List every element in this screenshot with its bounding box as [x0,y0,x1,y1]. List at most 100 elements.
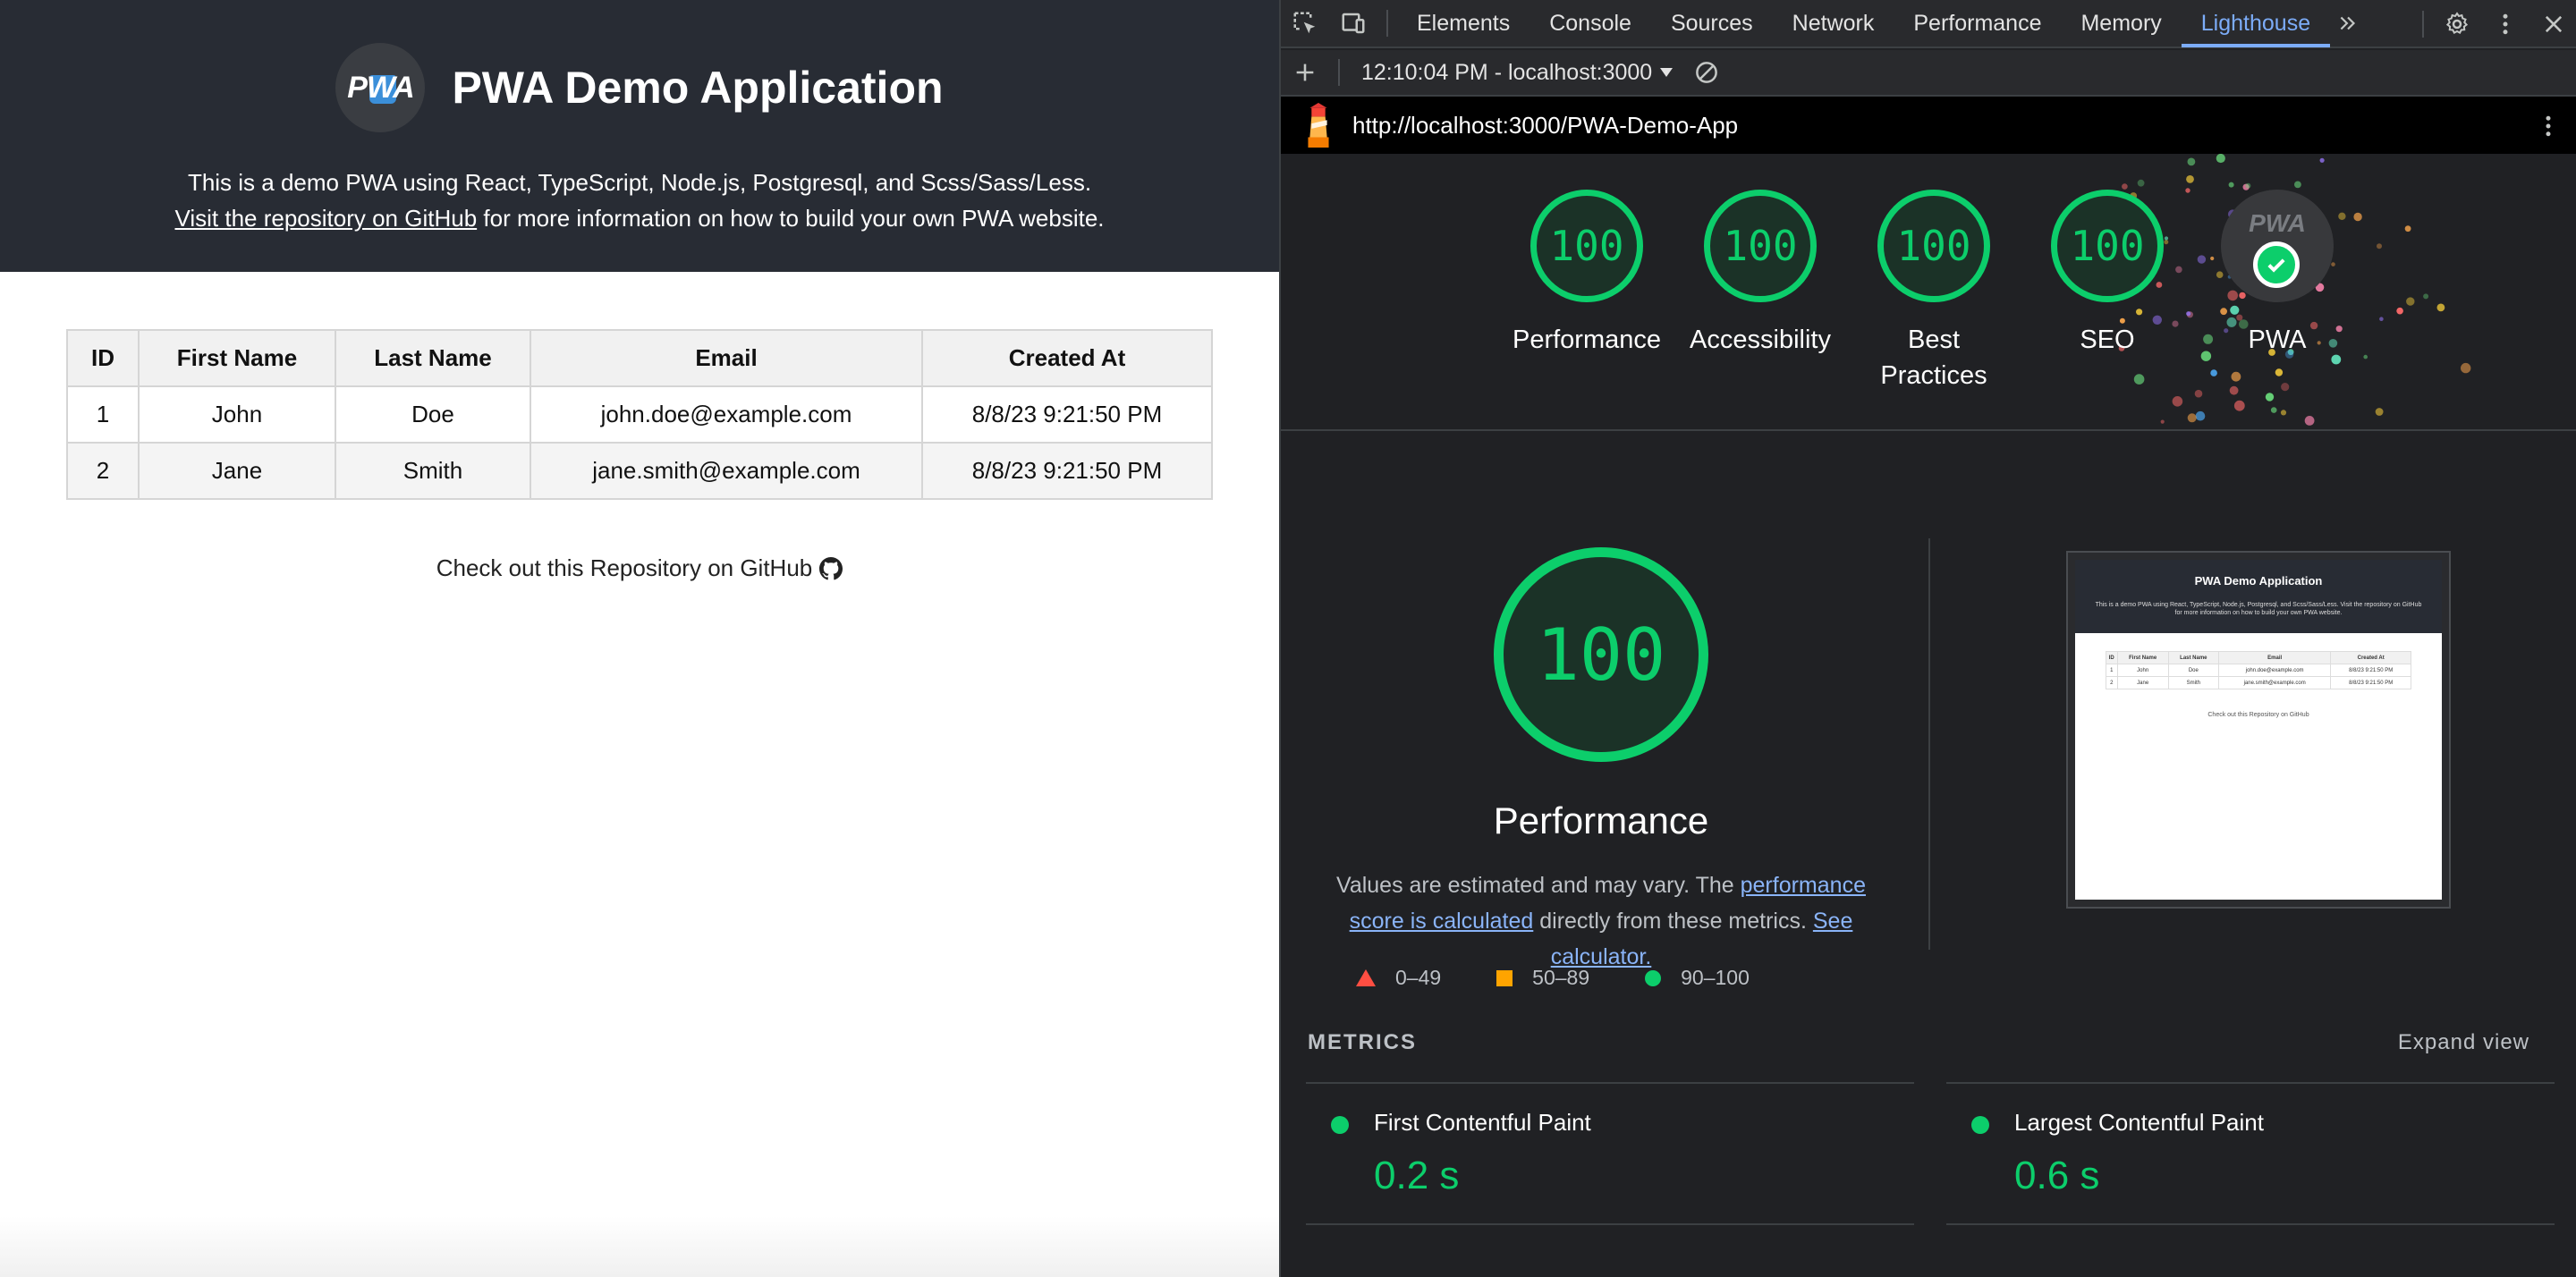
dropdown-arrow-icon [1660,68,1674,77]
confetti-dot [2187,413,2197,423]
legend-fail: 0–49 [1356,966,1441,990]
confetti-dot [2233,400,2245,411]
description-line-1: This is a demo PWA using React, TypeScri… [187,169,1092,196]
legend-label: 50–89 [1532,966,1590,989]
cell-last-name: Smith [335,442,531,500]
confetti-dot [2275,368,2284,376]
confetti-dot [2461,362,2471,374]
thumb-col-header: Created At [2330,651,2411,664]
confetti-dot [2436,303,2445,312]
confetti-dot [2210,369,2217,376]
confetti-dot [2363,354,2368,359]
gauge-label: PWA [2248,326,2307,354]
confetti-dot [2229,385,2239,395]
gauge-best-practices[interactable]: 100 Best Practices [1849,190,2019,393]
devtools-tabbar: Elements Console Sources Network Perform… [1281,0,2576,48]
thumbnail-table: ID First Name Last Name Email Created At… [2106,651,2411,689]
confetti-dot [2187,157,2196,166]
pwa-badge-icon: PWA [2221,190,2334,302]
thumb-cell: 2 [2106,676,2118,689]
gauge-label: SEO [2080,326,2135,354]
devtools-right-controls [2413,0,2576,48]
legend-pass: 90–100 [1645,966,1750,990]
tab-network[interactable]: Network [1773,0,1894,47]
confetti-dot [2396,307,2403,315]
gauge-label: Best Practices [1880,326,1987,390]
table-row: 1 John Doe john.doe@example.com 8/8/23 9… [66,385,1213,444]
thumb-cell: Jane [2116,676,2169,689]
report-url: http://localhost:3000/PWA-Demo-App [1352,111,1739,139]
confetti-dot [2375,408,2384,416]
col-header-first-name: First Name [138,329,336,387]
table-row: 2 Jane Smith jane.smith@example.com 8/8/… [2106,676,2411,689]
footer-link-text: Check out this Repository on GitHub [436,554,813,581]
confetti-dot [2172,396,2183,407]
clear-reports-icon[interactable] [1682,48,1731,97]
table-header-row: ID First Name Last Name Email Created At [66,329,1213,387]
confetti-dot [2265,393,2275,402]
gauge-pwa[interactable]: PWA PWA [2192,190,2362,358]
thumb-cell: jane.smith@example.com [2217,676,2332,689]
toolbar-divider [1386,10,1388,37]
lighthouse-report: 100 Performance 100 Accessibility 100 Be… [1281,154,2576,1277]
gauge-score: 100 [1877,190,1990,302]
app-description: This is a demo PWA using React, TypeScri… [0,165,1279,236]
col-header-last-name: Last Name [335,329,531,387]
col-header-id: ID [66,329,140,387]
gauge-score: 100 [1704,190,1817,302]
confetti-dot [2280,410,2287,416]
metric-name: Largest Contentful Paint [2014,1109,2264,1136]
confetti-dot [2133,374,2145,385]
report-menu-kebab-icon[interactable] [2524,102,2572,150]
thumbnail-footer: Check out this Repository on GitHub [2207,712,2309,718]
confetti-dot [2195,410,2206,421]
report-selector[interactable]: 12:10:04 PM - localhost:3000 [1361,60,1674,86]
expand-view-button[interactable]: Expand view [2398,1030,2529,1055]
cell-created-at: 8/8/23 9:21:50 PM [921,385,1213,444]
repo-link[interactable]: Visit the repository on GitHub [174,205,477,232]
confetti-dot [2160,419,2165,424]
toolbar-divider [2422,11,2424,38]
users-table: ID First Name Last Name Email Created At… [66,329,1213,500]
thumb-cell: 1 [2106,664,2118,677]
gauge-performance[interactable]: 100 Performance [1502,190,1672,358]
settings-gear-icon[interactable] [2433,0,2481,48]
device-toolbar-icon[interactable] [1329,0,1377,47]
tab-performance[interactable]: Performance [1894,0,2061,47]
logo-text: PWA [347,70,414,105]
thumb-cell: john.doe@example.com [2217,664,2332,677]
inspect-element-icon[interactable] [1281,0,1329,47]
performance-note: Values are estimated and may vary. The p… [1331,867,1871,975]
section-divider [1928,538,1930,950]
metrics-heading: METRICS [1308,1030,1417,1054]
tab-elements[interactable]: Elements [1397,0,1530,47]
table-header-row: ID First Name Last Name Email Created At [2106,651,2411,664]
metric-value: 0.6 s [2014,1154,2100,1197]
gauge-seo[interactable]: 100 SEO [2022,190,2192,358]
more-options-kebab-icon[interactable] [2481,0,2529,48]
tab-console[interactable]: Console [1530,0,1651,47]
app-header: PWA PWA Demo Application This is a demo … [0,0,1279,272]
final-screenshot-thumbnail[interactable]: PWA Demo Application This is a demo PWA … [2066,551,2451,909]
confetti-dot [2228,182,2234,188]
metric-name: First Contentful Paint [1374,1109,1591,1136]
tab-lighthouse[interactable]: Lighthouse [2181,0,2331,47]
tab-sources[interactable]: Sources [1651,0,1773,47]
confetti-dot [2304,416,2315,426]
more-tabs-chevron-icon[interactable] [2330,0,2366,47]
gauge-accessibility[interactable]: 100 Accessibility [1675,190,1845,358]
new-report-plus-icon[interactable] [1281,48,1329,97]
close-devtools-icon[interactable] [2529,0,2576,48]
legend-label: 90–100 [1681,966,1750,989]
github-footer-link[interactable]: Check out this Repository on GitHub [0,554,1279,582]
tab-memory[interactable]: Memory [2061,0,2181,47]
cell-id: 1 [66,385,140,444]
confetti-dot [2270,407,2277,413]
confetti-dot [2377,243,2382,249]
gauge-label: Accessibility [1690,326,1831,354]
description-rest: for more information on how to build you… [477,205,1105,232]
confetti-dot [2423,293,2429,300]
description-line-2: Visit the repository on GitHub for more … [0,200,1279,236]
pwa-badge-text: PWA [2249,209,2306,237]
page-bottom-shade [0,1216,1279,1277]
